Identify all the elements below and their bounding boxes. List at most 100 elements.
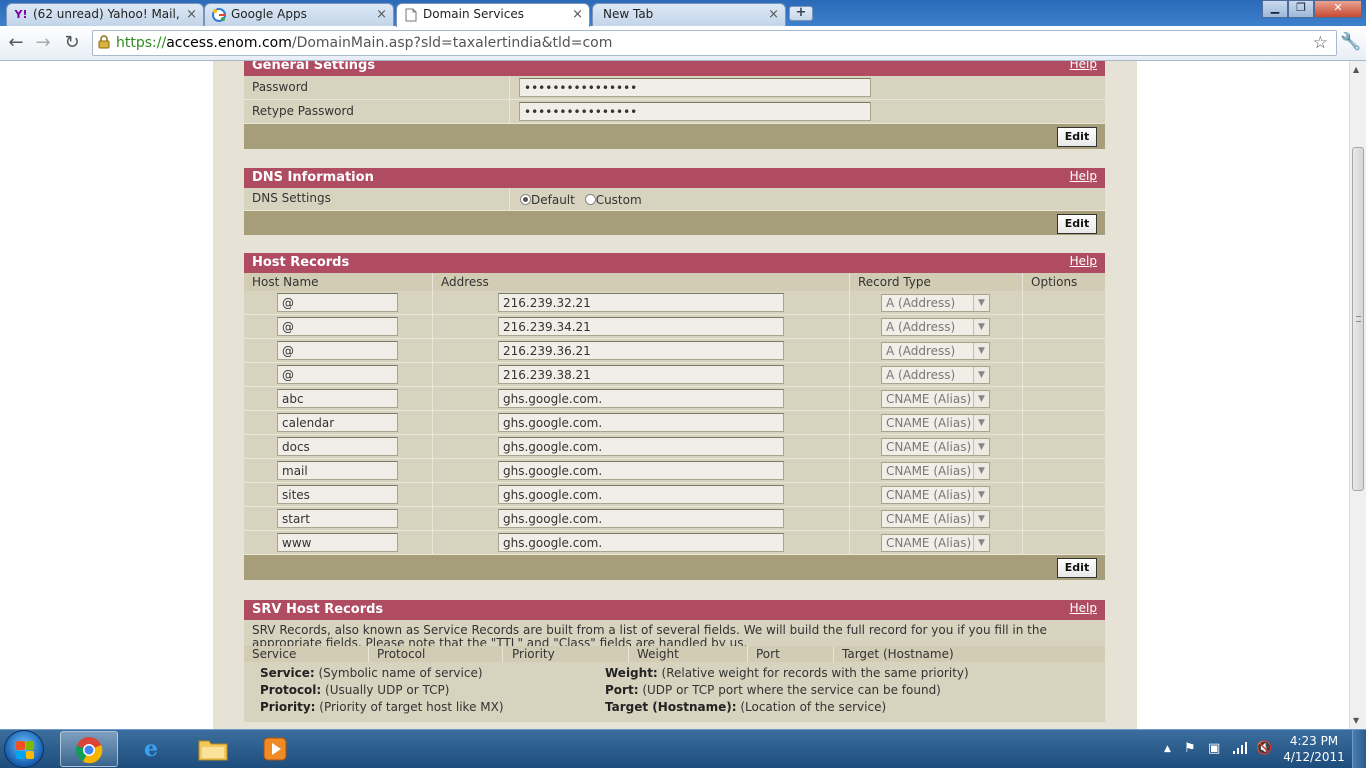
record-type-select[interactable]: CNAME (Alias) ▼	[881, 390, 990, 408]
edit-host-records-button[interactable]: Edit	[1057, 558, 1097, 578]
host-name-field[interactable]: calendar	[277, 413, 398, 432]
record-type-select[interactable]: A (Address) ▼	[881, 318, 990, 336]
close-icon[interactable]: ×	[572, 7, 583, 22]
address-field[interactable]: ghs.google.com.	[498, 413, 784, 432]
url-path: /DomainMain.asp?sld=taxalertindia&tld=co…	[291, 35, 613, 51]
taskbar-chrome[interactable]	[60, 731, 118, 767]
address-field[interactable]: 216.239.36.21	[498, 341, 784, 360]
address-field[interactable]: 216.239.32.21	[498, 293, 784, 312]
close-icon[interactable]: ×	[376, 7, 387, 22]
retype-password-field[interactable]: ••••••••••••••••	[519, 102, 871, 121]
show-desktop-button[interactable]	[1352, 730, 1366, 768]
taskbar-media-player[interactable]	[246, 731, 304, 767]
maximize-icon[interactable]: ❐	[1288, 0, 1314, 18]
help-link[interactable]: Help	[1070, 61, 1097, 72]
host-name-field[interactable]: www	[277, 533, 398, 552]
tab-google-apps[interactable]: Google Apps ×	[204, 3, 394, 26]
taskbar-internet-explorer[interactable]: e	[122, 731, 180, 767]
record-type-select[interactable]: CNAME (Alias) ▼	[881, 414, 990, 432]
scrollbar-thumb[interactable]	[1352, 147, 1364, 491]
record-type-value: CNAME (Alias)	[886, 392, 972, 406]
forward-arrow-icon[interactable]: →	[33, 33, 53, 53]
record-type-value: CNAME (Alias)	[886, 440, 972, 454]
host-name-field[interactable]: sites	[277, 485, 398, 504]
address-field[interactable]: ghs.google.com.	[498, 437, 784, 456]
show-hidden-icons-arrow-icon[interactable]: ▲	[1164, 744, 1171, 754]
minimize-icon[interactable]: ▁	[1262, 0, 1288, 18]
password-field[interactable]: ••••••••••••••••	[519, 78, 871, 97]
scroll-up-arrow-icon[interactable]: ▲	[1353, 65, 1359, 74]
help-link[interactable]: Help	[1070, 168, 1097, 184]
divider	[628, 646, 629, 662]
start-button[interactable]	[4, 730, 44, 768]
divider	[432, 387, 433, 411]
record-type-select[interactable]: A (Address) ▼	[881, 342, 990, 360]
taskbar-explorer[interactable]	[184, 731, 242, 767]
divider	[432, 363, 433, 387]
host-name-field[interactable]: start	[277, 509, 398, 528]
edit-dns-button[interactable]: Edit	[1057, 214, 1097, 234]
srv-field-legend: Service: (Symbolic name of service) Prot…	[244, 662, 1105, 722]
address-field[interactable]: 216.239.34.21	[498, 317, 784, 336]
address-field[interactable]: ghs.google.com.	[498, 485, 784, 504]
back-arrow-icon[interactable]: ←	[6, 33, 26, 53]
record-type-select[interactable]: CNAME (Alias) ▼	[881, 462, 990, 480]
legend-desc: (UDP or TCP port where the service can b…	[638, 683, 941, 697]
help-link[interactable]: Help	[1070, 253, 1097, 269]
radio-custom[interactable]	[584, 194, 596, 205]
close-icon[interactable]: ×	[186, 7, 197, 22]
scroll-down-arrow-icon[interactable]: ▼	[1353, 716, 1359, 725]
legend-priority: Priority: (Priority of target host like …	[260, 700, 504, 714]
table-row: mail ghs.google.com. CNAME (Alias) ▼	[244, 459, 1105, 483]
host-name-field[interactable]: docs	[277, 437, 398, 456]
address-field[interactable]: ghs.google.com.	[498, 509, 784, 528]
host-name-field[interactable]: @	[277, 341, 398, 360]
device-icon[interactable]: ▣	[1208, 741, 1220, 756]
tab-new-tab[interactable]: New Tab ×	[592, 3, 786, 26]
close-window-icon[interactable]: ✕	[1314, 0, 1362, 18]
address-field[interactable]: ghs.google.com.	[498, 389, 784, 408]
wrench-menu-icon[interactable]: 🔧	[1340, 32, 1361, 52]
chevron-down-icon: ▼	[973, 535, 989, 551]
address-bar[interactable]: https://access.enom.com/DomainMain.asp?s…	[92, 30, 1337, 56]
close-icon[interactable]: ×	[768, 7, 779, 22]
record-type-select[interactable]: CNAME (Alias) ▼	[881, 486, 990, 504]
legend-term: Protocol:	[260, 683, 322, 697]
host-name-field[interactable]: @	[277, 317, 398, 336]
radio-default[interactable]	[520, 194, 531, 205]
help-link[interactable]: Help	[1070, 600, 1097, 616]
record-type-select[interactable]: CNAME (Alias) ▼	[881, 534, 990, 552]
reload-icon[interactable]: ↻	[62, 33, 82, 53]
host-name-field[interactable]: mail	[277, 461, 398, 480]
address-field[interactable]: 216.239.38.21	[498, 365, 784, 384]
bookmark-star-icon[interactable]: ☆	[1313, 33, 1328, 53]
record-type-select[interactable]: CNAME (Alias) ▼	[881, 438, 990, 456]
column-header-weight: Weight	[637, 647, 679, 661]
legend-weight: Weight: (Relative weight for records wit…	[605, 666, 969, 680]
url-text: https://access.enom.com/DomainMain.asp?s…	[116, 35, 612, 51]
record-type-select[interactable]: CNAME (Alias) ▼	[881, 510, 990, 528]
chevron-down-icon: ▼	[973, 511, 989, 527]
record-type-select[interactable]: A (Address) ▼	[881, 366, 990, 384]
host-name-field[interactable]: @	[277, 365, 398, 384]
edit-general-settings-button[interactable]: Edit	[1057, 127, 1097, 147]
table-row: @216.239.36.21 A (Address) ▼	[244, 339, 1105, 363]
divider	[1022, 363, 1023, 387]
vertical-scrollbar[interactable]: ▲ ▼	[1349, 61, 1366, 729]
document-icon	[404, 8, 418, 22]
clock-date: 4/12/2011	[1283, 750, 1345, 764]
new-tab-button[interactable]: +	[789, 6, 813, 21]
action-center-flag-icon[interactable]: ⚑	[1184, 741, 1196, 756]
legend-desc: (Priority of target host like MX)	[315, 700, 504, 714]
record-type-select[interactable]: A (Address) ▼	[881, 294, 990, 312]
tab-domain-services[interactable]: Domain Services ×	[396, 3, 590, 27]
tab-yahoo-mail[interactable]: Y! (62 unread) Yahoo! Mail, ... ×	[6, 3, 204, 26]
host-name-field[interactable]: @	[277, 293, 398, 312]
address-field[interactable]: ghs.google.com.	[498, 533, 784, 552]
legend-desc: (Location of the service)	[736, 700, 887, 714]
system-clock[interactable]: 4:23 PM 4/12/2011	[1282, 733, 1346, 765]
network-signal-icon[interactable]	[1232, 741, 1248, 759]
address-field[interactable]: ghs.google.com.	[498, 461, 784, 480]
volume-muted-icon[interactable]: 🔇	[1256, 741, 1272, 756]
host-name-field[interactable]: abc	[277, 389, 398, 408]
